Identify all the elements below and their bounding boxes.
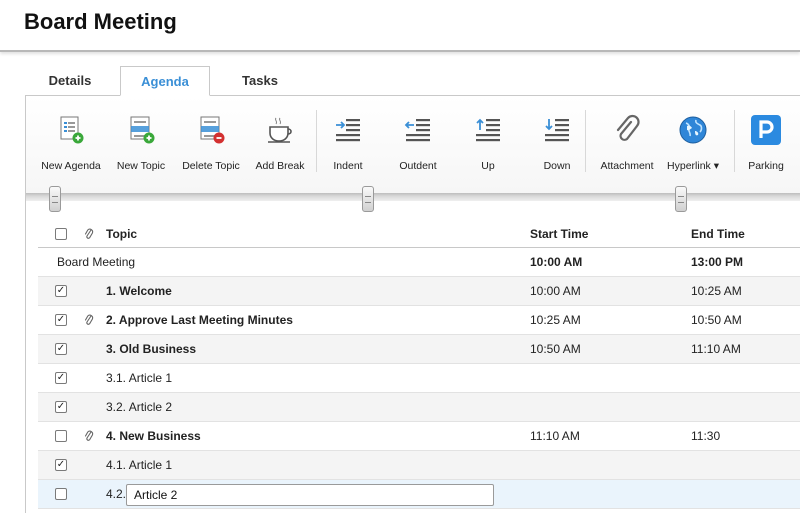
column-resize-handle[interactable]: [362, 186, 374, 212]
page-header: Board Meeting: [0, 0, 800, 52]
globe-icon: [677, 114, 709, 146]
outdent-button[interactable]: Outdent: [388, 96, 448, 194]
tab-tasks[interactable]: Tasks: [215, 66, 305, 96]
row-checkbox[interactable]: ✓: [55, 343, 67, 355]
new-agenda-label: New Agenda: [41, 160, 101, 172]
indent-button[interactable]: Indent: [318, 96, 378, 194]
meeting-end-time: 13:00 PM: [691, 255, 744, 269]
row-end-time: 10:50 AM: [691, 313, 742, 327]
toolbar-separator: [734, 110, 735, 172]
toolbar-separator: [316, 110, 317, 172]
topic-edit-input[interactable]: [126, 484, 494, 506]
row-start-time: 11:10 AM: [530, 429, 580, 443]
table-row[interactable]: ✓ 3.2. Article 2: [38, 393, 800, 422]
row-topic: 2. Approve Last Meeting Minutes: [106, 313, 293, 327]
add-break-button[interactable]: Add Break: [248, 96, 312, 194]
row-start-time: 10:25 AM: [530, 313, 581, 327]
row-topic: 3.2. Article 2: [106, 400, 173, 414]
tab-agenda[interactable]: Agenda: [120, 66, 210, 96]
topic-column-header[interactable]: Topic: [106, 220, 137, 248]
delete-topic-button[interactable]: Delete Topic: [178, 96, 244, 194]
parking-button[interactable]: Parking: [738, 96, 794, 194]
row-topic: 4. New Business: [106, 429, 201, 443]
toolbar: New Agenda New Topic Delete Topic Add Br…: [26, 96, 800, 194]
move-up-icon: [472, 114, 504, 146]
hyperlink-label: Hyperlink ▾: [667, 160, 719, 172]
outdent-label: Outdent: [399, 160, 437, 172]
new-agenda-button[interactable]: New Agenda: [36, 96, 106, 194]
move-down-button[interactable]: Down: [527, 96, 587, 194]
meeting-start-time: 10:00 AM: [530, 255, 583, 269]
toolbar-separator: [585, 110, 586, 172]
indent-icon: [332, 114, 364, 146]
new-topic-label: New Topic: [116, 160, 166, 172]
parking-icon: [750, 114, 782, 146]
coffee-cup-icon: [264, 114, 296, 146]
select-all-checkbox[interactable]: [55, 228, 67, 240]
row-topic: 4.1. Article 1: [106, 458, 173, 472]
row-topic: 3.1. Article 1: [106, 371, 173, 385]
new-agenda-icon: [55, 114, 87, 146]
tab-details[interactable]: Details: [25, 66, 115, 96]
new-topic-icon: [125, 114, 157, 146]
move-down-icon: [541, 114, 573, 146]
editing-row[interactable]: 4.2.: [38, 480, 800, 509]
row-checkbox[interactable]: ✓: [55, 314, 67, 326]
row-topic: 3. Old Business: [106, 342, 197, 356]
table-row[interactable]: ✓ 4.1. Article 1: [38, 451, 800, 480]
table-row[interactable]: ✓ 2. Approve Last Meeting Minutes 10:25 …: [38, 306, 800, 335]
paperclip-icon: [611, 114, 643, 146]
row-checkbox[interactable]: ✓: [55, 372, 67, 384]
row-start-time: 10:50 AM: [530, 342, 581, 356]
new-topic-button[interactable]: New Topic: [109, 96, 173, 194]
paperclip-icon[interactable]: [84, 313, 94, 327]
move-up-button[interactable]: Up: [458, 96, 518, 194]
parking-label: Parking: [748, 160, 784, 172]
start-time-column-header[interactable]: Start Time: [530, 220, 588, 248]
indent-label: Indent: [333, 160, 363, 172]
row-checkbox[interactable]: ✓: [55, 401, 67, 413]
row-checkbox[interactable]: ✓: [55, 459, 67, 471]
column-resize-handle[interactable]: [675, 186, 687, 212]
row-checkbox[interactable]: ✓: [55, 285, 67, 297]
row-start-time: 10:00 AM: [530, 284, 581, 298]
row-checkbox[interactable]: [55, 488, 67, 500]
outdent-icon: [402, 114, 434, 146]
row-end-time: 11:10 AM: [691, 342, 741, 356]
end-time-column-header[interactable]: End Time: [691, 220, 745, 248]
table-row[interactable]: ✓ 1. Welcome 10:00 AM 10:25 AM: [38, 277, 800, 306]
delete-topic-icon: [195, 114, 227, 146]
row-number-prefix: 4.2.: [106, 487, 127, 501]
attachment-column-icon: [84, 227, 94, 241]
meeting-topic: Board Meeting: [57, 255, 136, 269]
page-title: Board Meeting: [24, 9, 177, 34]
attachment-button[interactable]: Attachment: [596, 96, 658, 194]
paperclip-icon[interactable]: [84, 429, 94, 443]
attachment-label: Attachment: [600, 160, 654, 172]
table-header: Topic Start Time End Time: [38, 220, 800, 248]
row-end-time: 10:25 AM: [691, 284, 742, 298]
move-down-label: Down: [543, 160, 571, 172]
row-end-time: 11:30: [691, 429, 721, 443]
table-row[interactable]: 4. New Business 11:10 AM 11:30: [38, 422, 800, 451]
hyperlink-button[interactable]: Hyperlink ▾: [664, 96, 722, 194]
table-row[interactable]: ✓ 3. Old Business 10:50 AM 11:10 AM: [38, 335, 800, 364]
meeting-row[interactable]: Board Meeting 10:00 AM 13:00 PM: [38, 248, 800, 277]
move-up-label: Up: [481, 160, 495, 172]
row-checkbox[interactable]: [55, 430, 67, 442]
table-row[interactable]: ✓ 3.1. Article 1: [38, 364, 800, 393]
row-topic: 1. Welcome: [106, 284, 172, 298]
column-resize-handle[interactable]: [49, 186, 61, 212]
delete-topic-label: Delete Topic: [182, 160, 240, 172]
add-break-label: Add Break: [255, 160, 305, 172]
